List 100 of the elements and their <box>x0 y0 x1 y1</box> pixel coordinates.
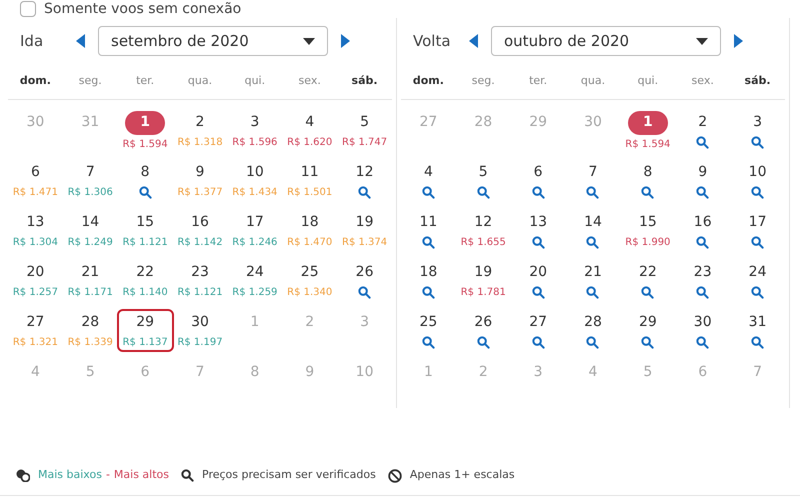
day-cell[interactable]: 13 R$ 1.304 <box>6 209 64 252</box>
day-cell[interactable]: 29 R$ 1.137 <box>116 309 174 352</box>
day-number: 24 <box>748 263 766 282</box>
day-cell[interactable]: 9 <box>690 159 716 201</box>
month-dropdown[interactable]: outubro de 2020 <box>491 26 721 56</box>
day-cell[interactable]: 16 R$ 1.142 <box>171 209 229 252</box>
day-cell[interactable]: 20 R$ 1.257 <box>6 259 64 302</box>
day-cell[interactable]: 20 <box>523 259 554 301</box>
day-number: 17 <box>246 213 264 232</box>
day-cell[interactable]: 12 <box>350 159 380 201</box>
day-cell[interactable]: 24 R$ 1.259 <box>226 259 284 302</box>
caret-icon <box>696 38 708 44</box>
day-cell[interactable]: 11 R$ 1.501 <box>281 159 338 202</box>
day-cell[interactable]: 2 R$ 1.318 <box>171 109 229 152</box>
calendar-label: Volta <box>413 30 452 52</box>
search-icon <box>476 336 490 349</box>
day-cell[interactable]: 14 R$ 1.249 <box>62 209 119 252</box>
day-cell[interactable]: 26 <box>468 309 498 351</box>
day-cell[interactable]: 7 <box>580 159 606 201</box>
day-cell[interactable]: 28 <box>578 309 608 351</box>
caret-icon <box>303 38 315 44</box>
day-cell[interactable]: 22 R$ 1.140 <box>116 259 174 302</box>
day-cell[interactable]: 6 <box>526 159 551 201</box>
day-number: 7 <box>588 163 598 182</box>
day-cell[interactable]: 17 R$ 1.246 <box>226 209 284 252</box>
price-label: R$ 1.596 <box>232 136 278 150</box>
day-cell[interactable]: 27 R$ 1.321 <box>6 309 64 352</box>
day-cell[interactable]: 8 <box>635 159 660 201</box>
day-cell[interactable]: 1 R$ 1.594 <box>619 109 676 154</box>
day-number: 25 <box>420 313 438 332</box>
day-cell[interactable]: 5 <box>470 159 496 201</box>
weekday-label: sex. <box>690 73 715 90</box>
day-number: 6 <box>30 163 40 182</box>
day-number: 30 <box>694 313 712 332</box>
day-cell[interactable]: 15 R$ 1.990 <box>619 209 676 252</box>
search-icon <box>532 336 545 349</box>
day-cell[interactable]: 18 <box>414 259 444 301</box>
day-number: 28 <box>81 313 100 332</box>
previous-arrow-icon[interactable] <box>469 34 479 48</box>
day-cell[interactable]: 11 <box>414 209 444 251</box>
day-number: 31 <box>748 313 766 332</box>
previous-arrow-icon[interactable] <box>76 34 86 48</box>
day-cell[interactable]: 17 <box>742 209 772 251</box>
day-cell[interactable]: 21 <box>578 259 608 301</box>
price-label: R$ 1.340 <box>287 286 332 300</box>
day-cell[interactable]: 30 R$ 1.197 <box>171 309 229 352</box>
day-number: 5 <box>360 113 370 132</box>
day-cell[interactable]: 24 <box>742 259 772 301</box>
price-label: R$ 1.140 <box>122 286 168 300</box>
day-cell[interactable]: 9 R$ 1.377 <box>171 159 229 202</box>
day-cell[interactable]: 14 <box>578 209 608 251</box>
day-cell[interactable]: 12 R$ 1.655 <box>454 209 512 252</box>
legend-low-text: Mais baixos <box>38 467 102 484</box>
day-cell[interactable]: 3 <box>745 109 770 151</box>
day-cell[interactable]: 6 R$ 1.471 <box>6 159 64 202</box>
price-label: R$ 1.374 <box>342 236 388 250</box>
day-cell[interactable]: 21 R$ 1.171 <box>62 259 119 302</box>
day-cell[interactable]: 27 <box>523 309 554 351</box>
day-cell[interactable]: 30 <box>688 309 718 351</box>
day-number: 1 <box>628 111 668 135</box>
search-icon <box>532 236 545 249</box>
day-number: 27 <box>420 113 438 132</box>
day-cell[interactable]: 1 R$ 1.594 <box>116 109 174 154</box>
day-cell[interactable]: 26 <box>350 259 380 301</box>
day-cell[interactable]: 4 <box>416 159 441 201</box>
day-cell[interactable]: 10 <box>742 159 772 201</box>
day-cell[interactable]: 23 <box>688 259 718 301</box>
day-number: 1 <box>250 313 260 332</box>
day-cell[interactable]: 2 <box>690 109 716 151</box>
day-cell[interactable]: 10 R$ 1.434 <box>226 159 284 202</box>
day-cell[interactable]: 5 R$ 1.747 <box>336 109 394 152</box>
day-cell[interactable]: 29 <box>632 309 663 351</box>
day-cell[interactable]: 25 <box>414 309 444 351</box>
search-icon <box>586 286 600 299</box>
day-cell[interactable]: 7 R$ 1.306 <box>62 159 119 202</box>
checkbox[interactable] <box>20 1 36 17</box>
day-cell[interactable]: 18 R$ 1.470 <box>281 209 338 252</box>
day-number: 19 <box>356 213 374 232</box>
day-cell[interactable]: 4 R$ 1.620 <box>281 109 338 152</box>
day-cell[interactable]: 15 R$ 1.121 <box>116 209 174 252</box>
day-cell[interactable]: 22 <box>632 259 663 301</box>
day-cell[interactable]: 19 R$ 1.374 <box>336 209 394 252</box>
day-cell[interactable]: 13 <box>523 209 554 251</box>
day-cell[interactable]: 19 R$ 1.781 <box>454 259 512 302</box>
day-cell[interactable]: 3 R$ 1.596 <box>226 109 284 152</box>
next-arrow-icon[interactable] <box>340 34 350 48</box>
legend-verify-text: Preços precisam ser verificados <box>202 467 376 484</box>
day-cell[interactable]: 25 R$ 1.340 <box>281 259 338 302</box>
weekday-label: ter. <box>528 73 548 90</box>
month-dropdown[interactable]: setembro de 2020 <box>98 26 328 56</box>
day-cell[interactable]: 23 R$ 1.121 <box>171 259 229 302</box>
day-cell[interactable]: 16 <box>688 209 718 251</box>
price-label: R$ 1.990 <box>625 236 670 250</box>
day-cell[interactable]: 8 <box>132 159 158 201</box>
next-arrow-icon[interactable] <box>733 34 743 48</box>
day-cell[interactable]: 31 <box>742 309 772 351</box>
price-label: R$ 1.318 <box>177 136 223 150</box>
day-number: 13 <box>529 213 548 232</box>
day-cell[interactable]: 28 R$ 1.339 <box>62 309 119 352</box>
search-icon <box>751 186 764 199</box>
